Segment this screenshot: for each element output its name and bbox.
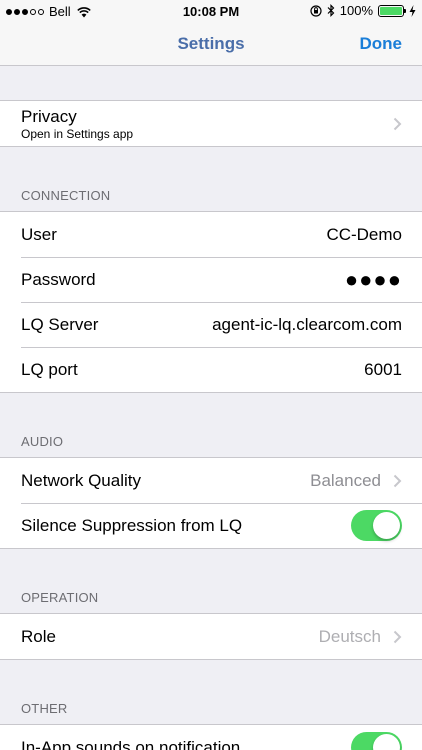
done-button[interactable]: Done bbox=[360, 34, 403, 54]
user-row[interactable]: User CC-Demo bbox=[0, 212, 422, 257]
status-bar: Bell 10:08 PM 100% bbox=[0, 0, 422, 22]
password-row[interactable]: Password ●●●● bbox=[0, 257, 422, 302]
chevron-right-icon bbox=[393, 630, 402, 643]
orientation-lock-icon bbox=[310, 4, 322, 17]
privacy-row[interactable]: Privacy Open in Settings app bbox=[0, 101, 422, 146]
status-right: 100% bbox=[310, 3, 416, 18]
user-label: User bbox=[21, 224, 57, 244]
connection-group: User CC-Demo Password ●●●● LQ Server age… bbox=[0, 211, 422, 393]
in-app-sounds-row: In-App sounds on notification bbox=[0, 725, 422, 750]
in-app-sounds-toggle[interactable] bbox=[351, 732, 402, 750]
audio-group: Network Quality Balanced Silence Suppres… bbox=[0, 457, 422, 549]
other-group: In-App sounds on notification bbox=[0, 724, 422, 750]
toggle-knob bbox=[373, 512, 400, 539]
chevron-right-icon bbox=[393, 117, 402, 130]
silence-suppression-row: Silence Suppression from LQ bbox=[0, 503, 422, 548]
user-value[interactable]: CC-Demo bbox=[326, 225, 402, 245]
role-row[interactable]: Role Deutsch bbox=[0, 614, 422, 659]
silence-suppression-toggle[interactable] bbox=[351, 510, 402, 541]
battery-icon bbox=[378, 4, 406, 17]
privacy-sublabel: Open in Settings app bbox=[21, 126, 134, 141]
network-quality-value: Balanced bbox=[310, 470, 381, 490]
privacy-group: Privacy Open in Settings app bbox=[0, 100, 422, 147]
toggle-knob bbox=[373, 734, 400, 750]
section-header-operation: OPERATION bbox=[21, 590, 99, 605]
section-header-audio: AUDIO bbox=[21, 434, 64, 449]
network-quality-label: Network Quality bbox=[21, 470, 141, 490]
in-app-sounds-label: In-App sounds on notification bbox=[21, 737, 241, 750]
section-header-connection: CONNECTION bbox=[21, 188, 111, 203]
section-header-other: OTHER bbox=[21, 701, 68, 716]
silence-suppression-label: Silence Suppression from LQ bbox=[21, 515, 243, 535]
lq-server-value[interactable]: agent-ic-lq.clearcom.com bbox=[212, 315, 402, 335]
settings-list: Privacy Open in Settings app CONNECTION … bbox=[0, 66, 422, 750]
bluetooth-icon bbox=[327, 4, 335, 17]
chevron-right-icon bbox=[393, 474, 402, 487]
charging-bolt-icon bbox=[409, 4, 416, 17]
role-value: Deutsch bbox=[318, 626, 381, 646]
password-value[interactable]: ●●●● bbox=[345, 267, 402, 293]
network-quality-row[interactable]: Network Quality Balanced bbox=[0, 458, 422, 503]
navigation-bar: Settings Done bbox=[0, 22, 422, 66]
operation-group: Role Deutsch bbox=[0, 613, 422, 660]
lq-port-row[interactable]: LQ port 6001 bbox=[0, 347, 422, 392]
role-label: Role bbox=[21, 626, 56, 646]
lq-port-label: LQ port bbox=[21, 359, 78, 379]
password-label: Password bbox=[21, 269, 96, 289]
lq-server-label: LQ Server bbox=[21, 314, 99, 334]
battery-percent: 100% bbox=[339, 3, 373, 18]
lq-server-row[interactable]: LQ Server agent-ic-lq.clearcom.com bbox=[0, 302, 422, 347]
lq-port-value[interactable]: 6001 bbox=[364, 360, 402, 380]
privacy-label: Privacy bbox=[21, 106, 77, 126]
